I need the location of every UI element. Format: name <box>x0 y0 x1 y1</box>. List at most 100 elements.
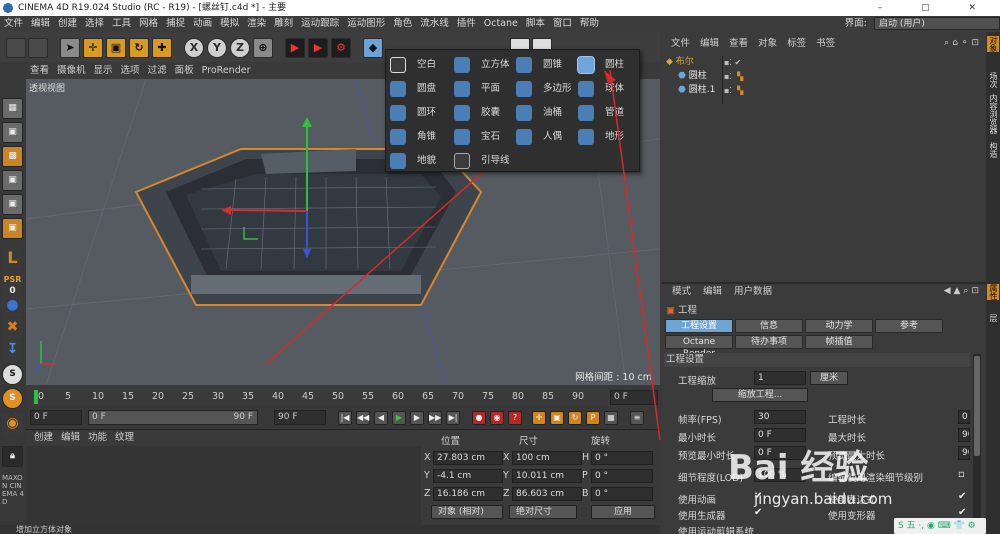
undo-icon[interactable] <box>6 38 26 58</box>
redo-icon[interactable] <box>28 38 48 58</box>
strip-tab-attributes[interactable]: 属性 <box>987 284 999 300</box>
scale-unit-dropdown[interactable]: 厘米 <box>810 371 848 385</box>
menu-animate[interactable]: 动画 <box>189 16 216 32</box>
edges-mode-icon[interactable]: ▣ <box>2 194 23 215</box>
x-axis-lock-button[interactable]: X <box>184 38 204 58</box>
mat-menu-texture[interactable]: 纹理 <box>111 430 138 446</box>
vp-menu-options[interactable]: 选项 <box>117 62 144 79</box>
menu-simulate[interactable]: 模拟 <box>216 16 243 32</box>
go-to-start-icon[interactable]: |◀ <box>338 411 352 425</box>
object-row-cylinder[interactable]: ⬣ 圆柱 <box>678 70 707 83</box>
start-frame-field[interactable]: 0 F <box>30 410 82 425</box>
menu-script[interactable]: 脚本 <box>522 16 549 32</box>
om-menu-bookmarks[interactable]: 书签 <box>811 36 840 52</box>
vp-menu-camera[interactable]: 摄像机 <box>53 62 90 79</box>
size-y-field[interactable]: 10.011 cm <box>512 469 582 483</box>
mat-menu-edit[interactable]: 编辑 <box>57 430 84 446</box>
key-position-icon[interactable]: ✛ <box>532 411 546 425</box>
tab-dynamics[interactable]: 动力学 <box>805 319 873 333</box>
visibility-toggles[interactable]: ▪⁚ ▚ <box>724 72 743 81</box>
om-menu-view[interactable]: 查看 <box>724 36 753 52</box>
size-z-field[interactable]: 86.603 cm <box>512 487 582 501</box>
am-header-icons[interactable]: ◀▲⌕⊡ <box>944 286 982 296</box>
quantize-icon[interactable]: ↧ <box>2 340 23 361</box>
strip-tab-structure[interactable]: 构造 <box>987 142 999 158</box>
make-editable-icon[interactable]: ▦ <box>2 98 23 119</box>
duration-field[interactable]: 0 <box>958 410 970 424</box>
keyframe-selection-icon[interactable]: ? <box>508 411 522 425</box>
strip-tab-content-browser[interactable]: 内容浏览器 <box>987 94 999 134</box>
next-key-icon[interactable]: ▶▶ <box>428 411 442 425</box>
render-settings-icon[interactable]: ⚙ <box>331 38 351 58</box>
strip-tab-takes[interactable]: 场次 <box>987 72 999 88</box>
recent-tool-icon[interactable]: ✚ <box>152 38 172 58</box>
menu-mograph[interactable]: 运动图形 <box>343 16 389 32</box>
go-to-end-icon[interactable]: ▶| <box>446 411 460 425</box>
sculpt-icon[interactable]: S <box>2 388 23 409</box>
snap-icon[interactable]: ● <box>2 296 23 317</box>
vp-menu-display[interactable]: 显示 <box>90 62 117 79</box>
workplane-icon[interactable]: ✖ <box>2 318 23 339</box>
texture-mode-icon[interactable]: ▩ <box>2 146 23 167</box>
visibility-toggles[interactable]: ▪⁚ ▚ <box>724 86 743 95</box>
size-mode-dropdown[interactable]: 绝对尺寸 <box>509 505 577 519</box>
paint-icon[interactable]: ◉ <box>2 414 23 435</box>
menu-pipeline[interactable]: 流水线 <box>416 16 453 32</box>
menu-window[interactable]: 窗口 <box>549 16 576 32</box>
om-header-icons[interactable]: ⌕⌂⚬⊡ <box>944 38 982 48</box>
rot-h-field[interactable]: 0 ° <box>591 451 653 465</box>
om-menu-tags[interactable]: 标签 <box>782 36 811 52</box>
menu-motion-tracker[interactable]: 运动跟踪 <box>297 16 343 32</box>
render-view-icon[interactable]: ▶ <box>285 38 305 58</box>
pos-z-field[interactable]: 16.186 cm <box>433 487 503 501</box>
points-mode-icon[interactable]: ▣ <box>2 170 23 191</box>
vp-menu-view[interactable]: 查看 <box>26 62 53 79</box>
coordinate-system-icon[interactable]: ⊕ <box>253 38 273 58</box>
object-row-cylinder-1[interactable]: ⬣ 圆柱.1 <box>678 84 715 97</box>
menu-file[interactable]: 文件 <box>0 16 27 32</box>
menu-select[interactable]: 选择 <box>81 16 108 32</box>
vp-menu-prorender[interactable]: ProRender <box>198 62 255 79</box>
menu-mesh[interactable]: 网格 <box>135 16 162 32</box>
menu-create[interactable]: 创建 <box>54 16 81 32</box>
tab-octane-render[interactable]: Octane Render <box>665 335 733 359</box>
previous-key-icon[interactable]: ◀◀ <box>356 411 370 425</box>
visibility-toggles[interactable]: ▪⁚ ✔ <box>724 58 741 67</box>
lock-icon[interactable]: 🔒︎ <box>2 446 23 467</box>
menu-edit[interactable]: 编辑 <box>27 16 54 32</box>
om-menu-edit[interactable]: 编辑 <box>695 36 724 52</box>
om-menu-file[interactable]: 文件 <box>666 36 695 52</box>
am-menu-mode[interactable]: 模式 <box>666 285 697 299</box>
s-script-button[interactable]: S <box>2 364 23 385</box>
object-row-boolean[interactable]: ◆ 布尔 <box>666 56 694 69</box>
tab-key-interpolation[interactable]: 帧插值 <box>805 335 873 349</box>
tab-todo[interactable]: 待办事项 <box>735 335 803 349</box>
preview-range-slider[interactable]: 0 F 90 F <box>88 410 258 425</box>
y-axis-lock-button[interactable]: Y <box>207 38 227 58</box>
attr-scrollbar[interactable] <box>973 354 981 530</box>
rotate-tool-icon[interactable]: ↻ <box>129 38 149 58</box>
record-keys-icon[interactable]: ● <box>472 411 486 425</box>
tab-project-settings[interactable]: 工程设置 <box>665 319 733 333</box>
size-x-field[interactable]: 100 cm <box>512 451 582 465</box>
scale-tool-icon[interactable]: ▣ <box>106 38 126 58</box>
end-frame-field[interactable]: 90 F <box>274 410 326 425</box>
z-axis-lock-button[interactable]: Z <box>230 38 250 58</box>
menu-character[interactable]: 角色 <box>389 16 416 32</box>
menu-snap[interactable]: 捕捉 <box>162 16 189 32</box>
ime-toolbar[interactable]: S 五 ·, ◉ ⌨ 👕 ⚙ <box>894 518 986 534</box>
fps-field[interactable]: 30 <box>754 410 806 424</box>
am-menu-userdata[interactable]: 用户数据 <box>728 285 778 299</box>
apply-button[interactable]: 应用 <box>591 505 655 519</box>
menu-octane[interactable]: Octane <box>480 16 522 32</box>
model-mode-icon[interactable]: ▣ <box>2 122 23 143</box>
window-controls[interactable]: – ▢ ✕ <box>878 0 994 16</box>
pos-y-field[interactable]: -4.1 cm <box>433 469 503 483</box>
pos-x-field[interactable]: 27.803 cm <box>433 451 503 465</box>
om-menu-objects[interactable]: 对象 <box>753 36 782 52</box>
mat-menu-create[interactable]: 创建 <box>30 430 57 446</box>
strip-tab-objects[interactable]: 对象 <box>987 36 999 52</box>
next-frame-icon[interactable]: ▶ <box>410 411 424 425</box>
polygons-mode-icon[interactable]: ▣ <box>2 218 23 239</box>
scale-project-button[interactable]: 缩放工程... <box>712 388 808 402</box>
